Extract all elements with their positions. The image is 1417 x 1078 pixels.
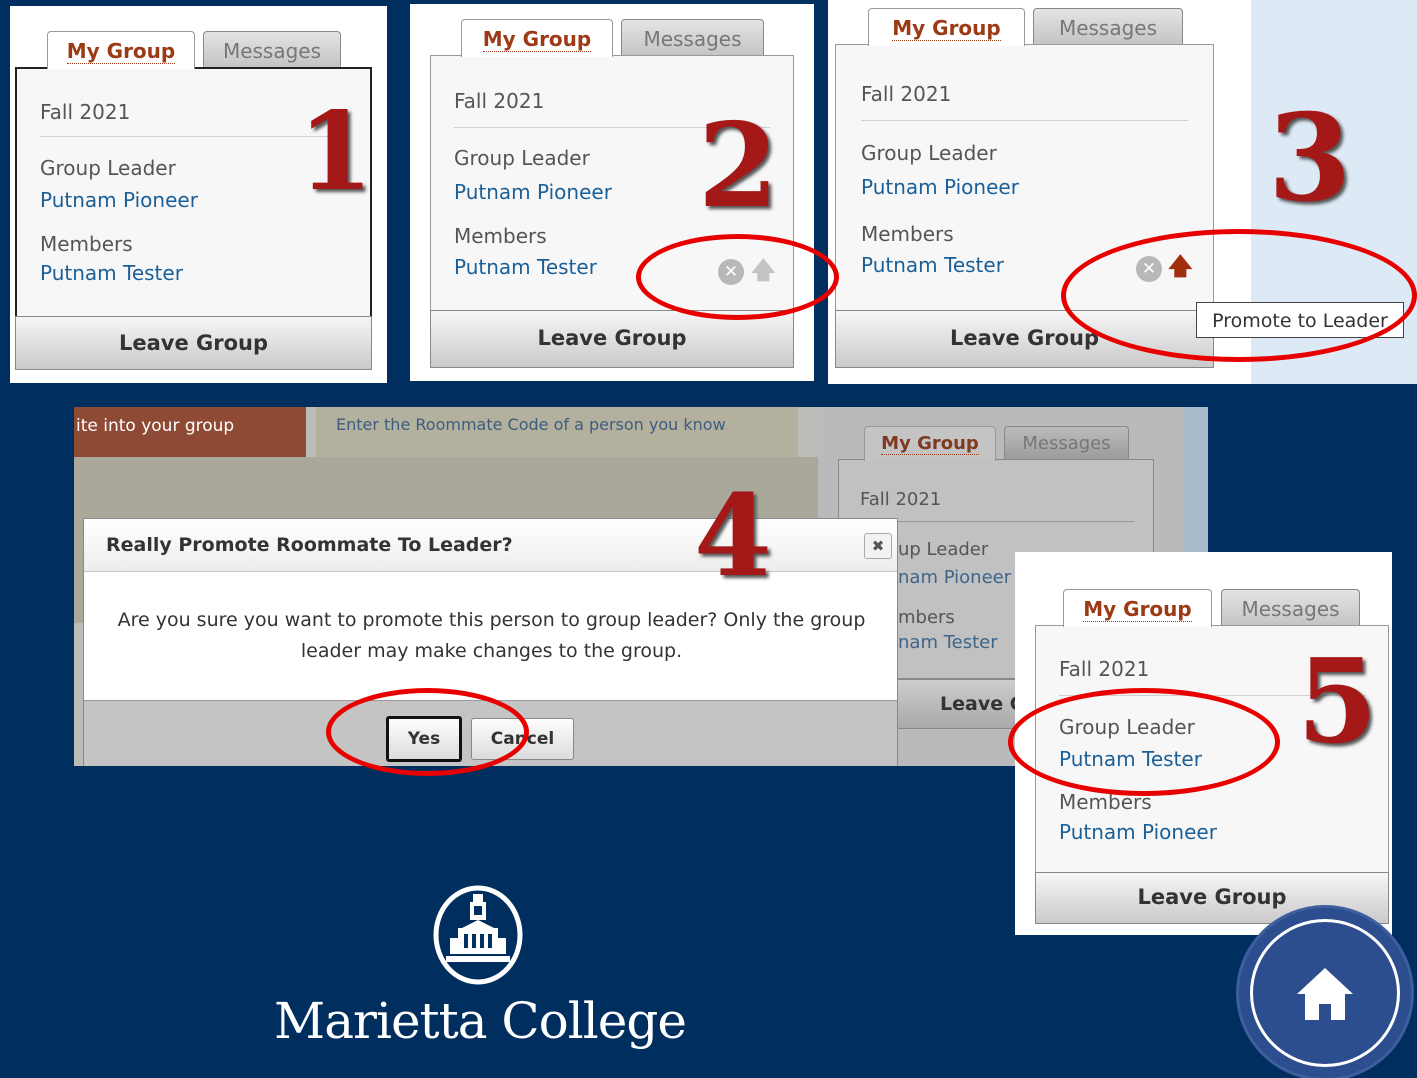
leader-name-link[interactable]: nam Pioneer	[898, 567, 1011, 588]
step-number-1: 1	[298, 89, 374, 215]
tab-my-group[interactable]: My Group	[461, 19, 613, 57]
home-button[interactable]	[1239, 908, 1411, 1078]
divider	[861, 120, 1188, 121]
group-leader-label: Group Leader	[454, 146, 590, 170]
members-label: Members	[861, 222, 954, 246]
leader-name-link[interactable]: Putnam Pioneer	[40, 188, 198, 212]
promote-tooltip: Promote to Leader	[1196, 302, 1404, 338]
term-label: Fall 2021	[40, 100, 131, 124]
college-name: Marietta College	[274, 992, 687, 1050]
tab-messages[interactable]: Messages	[1033, 8, 1183, 44]
leave-group-button[interactable]: Leave Group	[835, 310, 1214, 368]
term-label: Fall 2021	[860, 489, 942, 510]
step-number-2: 2	[698, 98, 779, 234]
college-seal-icon	[433, 885, 523, 985]
member-name-link[interactable]: nam Tester	[898, 632, 998, 653]
promote-arrow-icon[interactable]: 🡅	[751, 258, 776, 282]
step-number-3: 3	[1268, 88, 1352, 229]
divider	[860, 521, 1134, 522]
tab-my-group[interactable]: My Group	[1063, 589, 1212, 627]
yes-button[interactable]: Yes	[386, 716, 462, 762]
member-name-link[interactable]: Putnam Pioneer	[1059, 820, 1217, 844]
step-number-4: 4	[694, 471, 772, 602]
group-leader-label: up Leader	[898, 539, 989, 560]
tab-messages[interactable]: Messages	[203, 31, 341, 67]
members-label: mbers	[898, 607, 955, 628]
group-leader-label: Group Leader	[861, 141, 997, 165]
step-3-panel: Messages My Group Fall 2021 Group Leader…	[828, 0, 1417, 384]
group-leader-label: Group Leader	[1059, 715, 1195, 739]
dialog-message: Are you sure you want to promote this pe…	[117, 609, 866, 662]
term-label: Fall 2021	[454, 89, 545, 113]
step-5-panel: Messages My Group Fall 2021 Group Leader…	[1015, 552, 1392, 935]
members-label: Members	[40, 232, 133, 256]
dialog-title: Really Promote Roommate To Leader?	[106, 534, 513, 556]
tab-my-group[interactable]: My Group	[868, 8, 1025, 46]
member-name-link[interactable]: Putnam Tester	[454, 255, 597, 279]
member-name-link[interactable]: Putnam Tester	[40, 261, 183, 285]
step-2-panel: Messages My Group Fall 2021 Group Leader…	[410, 4, 814, 381]
members-label: Members	[454, 224, 547, 248]
member-name-link[interactable]: Putnam Tester	[861, 253, 1004, 277]
step-1-panel: Messages My Group Fall 2021 Group Leader…	[10, 6, 387, 383]
term-label: Fall 2021	[1059, 657, 1150, 681]
step-number-5: 5	[1297, 634, 1378, 770]
home-icon	[1297, 968, 1353, 1020]
remove-circle-icon[interactable]: ✕	[718, 259, 744, 285]
tab-messages[interactable]: Messages	[1004, 426, 1129, 459]
members-label: Members	[1059, 790, 1152, 814]
term-label: Fall 2021	[861, 82, 952, 106]
slide-background: { "tabs": { "my_group": "My Group", "mes…	[0, 0, 1417, 1078]
leave-group-button[interactable]: Leave Group	[15, 316, 372, 370]
leave-group-button[interactable]: Leave Group	[430, 310, 794, 368]
remove-circle-icon[interactable]: ✕	[1136, 256, 1162, 282]
group-leader-label: Group Leader	[40, 156, 176, 180]
leader-name-link[interactable]: Putnam Pioneer	[861, 175, 1019, 199]
promote-arrow-icon[interactable]: 🡅	[1168, 254, 1193, 278]
tab-my-group[interactable]: My Group	[47, 31, 195, 69]
confirm-dialog: Really Promote Roommate To Leader? ✖ Are…	[83, 518, 898, 766]
tab-my-group[interactable]: My Group	[864, 426, 996, 461]
banner-left: ite into your group	[74, 407, 306, 457]
marietta-college-logo: Marietta College	[270, 884, 690, 1074]
close-icon[interactable]: ✖	[864, 533, 892, 559]
tab-messages[interactable]: Messages	[1221, 589, 1360, 625]
banner-right: Enter the Roommate Code of a person you …	[316, 407, 798, 457]
leader-name-link[interactable]: Putnam Pioneer	[454, 180, 612, 204]
cancel-button[interactable]: Cancel	[471, 718, 574, 760]
tab-messages[interactable]: Messages	[621, 19, 764, 55]
leader-name-link[interactable]: Putnam Tester	[1059, 747, 1202, 771]
